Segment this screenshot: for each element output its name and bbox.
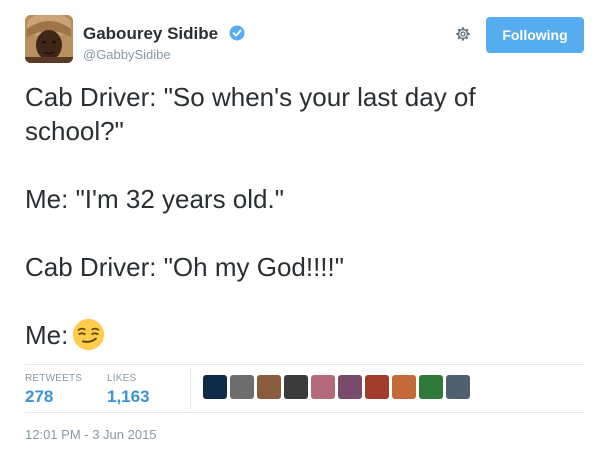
divider: [25, 364, 585, 365]
liker-avatar[interactable]: [446, 375, 470, 399]
tweet-line: Me:: [25, 320, 69, 350]
user-handle[interactable]: @GabbySidibe: [83, 47, 171, 62]
display-name[interactable]: Gabourey Sidibe: [83, 24, 218, 44]
liker-avatar[interactable]: [284, 375, 308, 399]
stats-separator: [190, 369, 191, 409]
liker-avatar[interactable]: [203, 375, 227, 399]
liker-avatar[interactable]: [365, 375, 389, 399]
divider: [25, 412, 585, 413]
tweet-text: Cab Driver: "So when's your last day of …: [25, 80, 585, 352]
likes-label: LIKES: [107, 373, 137, 384]
tweet-line: Cab Driver: "Oh my God!!!!": [25, 252, 344, 282]
gear-icon[interactable]: [454, 25, 472, 43]
liker-avatar[interactable]: [230, 375, 254, 399]
verified-badge-icon: [229, 25, 245, 41]
liker-avatar[interactable]: [338, 375, 362, 399]
tweet-line: Me: "I'm 32 years old.": [25, 184, 284, 214]
liker-avatar[interactable]: [392, 375, 416, 399]
liker-avatar[interactable]: [257, 375, 281, 399]
retweets-label: RETWEETS: [25, 373, 83, 384]
liker-avatar[interactable]: [419, 375, 443, 399]
retweets-count[interactable]: 278: [25, 387, 53, 407]
following-button[interactable]: Following: [486, 17, 584, 53]
smirking-face-emoji-icon: [73, 318, 105, 351]
tweet-line: school?": [25, 116, 124, 146]
likes-count[interactable]: 1,163: [107, 387, 150, 407]
avatar[interactable]: [25, 15, 73, 63]
avatar-image: [25, 15, 73, 63]
likers-avatars: [203, 375, 470, 399]
tweet-line-last: Me:: [25, 318, 585, 352]
tweet-line: Cab Driver: "So when's your last day of: [25, 82, 476, 112]
liker-avatar[interactable]: [311, 375, 335, 399]
tweet-timestamp[interactable]: 12:01 PM - 3 Jun 2015: [25, 427, 157, 442]
